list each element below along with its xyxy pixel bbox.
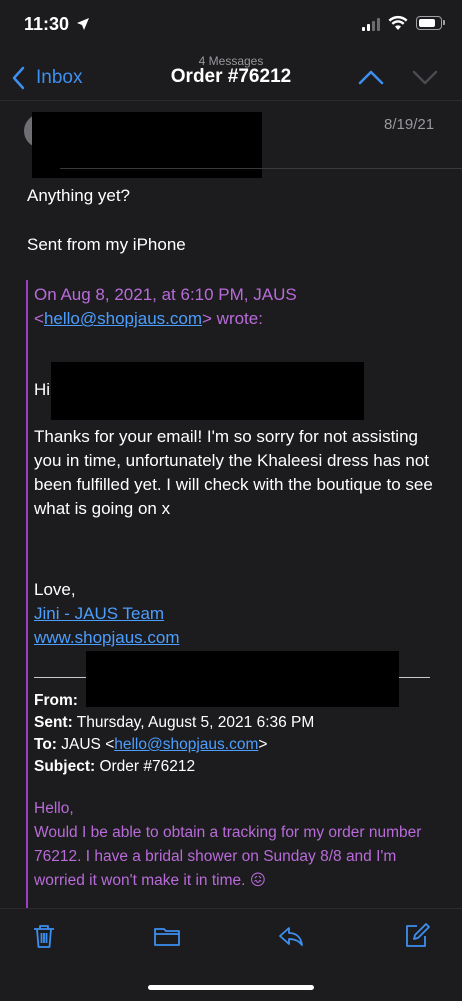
to-name: JAUS < bbox=[61, 736, 115, 753]
sent-value: Thursday, August 5, 2021 6:36 PM bbox=[76, 714, 315, 731]
signoff: Love, bbox=[34, 580, 76, 599]
greeting: Hi bbox=[34, 380, 51, 399]
cellular-signal-icon bbox=[362, 18, 380, 31]
to-label: To: bbox=[34, 736, 57, 753]
forwarded-message: Hello, Would I be able to obtain a track… bbox=[34, 797, 438, 893]
chevron-up-icon[interactable] bbox=[358, 68, 384, 86]
email-link[interactable]: hello@shopjaus.com bbox=[44, 309, 202, 328]
message-body-line: Anything yet? bbox=[27, 186, 131, 205]
redacted-name bbox=[51, 362, 364, 420]
quote-attribution: On Aug 8, 2021, at 6:10 PM, JAUS <hello@… bbox=[34, 283, 444, 331]
signature-name-link[interactable]: Jini - JAUS Team bbox=[34, 602, 164, 626]
chevron-down-icon[interactable] bbox=[412, 68, 438, 86]
from-label: From: bbox=[34, 692, 78, 709]
confounded-emoji: 😖 bbox=[249, 872, 266, 889]
attribution-wrote: > wrote: bbox=[202, 309, 263, 328]
message-signature: Sent from my iPhone bbox=[27, 235, 186, 254]
location-arrow-icon bbox=[77, 18, 89, 30]
compose-icon[interactable] bbox=[403, 922, 431, 950]
website-link[interactable]: www.shopjaus.com bbox=[34, 626, 180, 650]
battery-icon bbox=[416, 16, 442, 30]
message-date: 8/19/21 bbox=[384, 116, 435, 133]
reply-icon[interactable] bbox=[277, 922, 305, 950]
forwarded-body: Would I be able to obtain a tracking for… bbox=[34, 824, 422, 889]
battery-cap bbox=[443, 20, 445, 25]
subject-label: Subject: bbox=[34, 758, 96, 775]
forwarded-hello: Hello, bbox=[34, 800, 74, 817]
header-divider bbox=[60, 168, 462, 169]
status-time: 11:30 bbox=[24, 14, 70, 34]
wifi-icon bbox=[388, 15, 408, 30]
nav-divider bbox=[0, 100, 462, 101]
reply-paragraph: Thanks for your email! I'm so sorry for … bbox=[34, 427, 433, 518]
sent-label: Sent: bbox=[34, 714, 73, 731]
to-email-link[interactable]: hello@shopjaus.com bbox=[114, 736, 258, 753]
folder-icon[interactable] bbox=[153, 922, 181, 950]
home-indicator[interactable] bbox=[148, 985, 314, 990]
trash-icon[interactable] bbox=[30, 922, 58, 950]
attribution-lt: < bbox=[34, 309, 44, 328]
attribution-line: On Aug 8, 2021, at 6:10 PM, JAUS bbox=[34, 285, 297, 304]
forward-header: From: Sent: Thursday, August 5, 2021 6:3… bbox=[34, 690, 444, 778]
to-close: > bbox=[258, 736, 268, 753]
subject-value: Order #76212 bbox=[99, 758, 196, 775]
page-title: Order #76212 bbox=[170, 66, 292, 87]
quote-bar bbox=[26, 280, 28, 910]
